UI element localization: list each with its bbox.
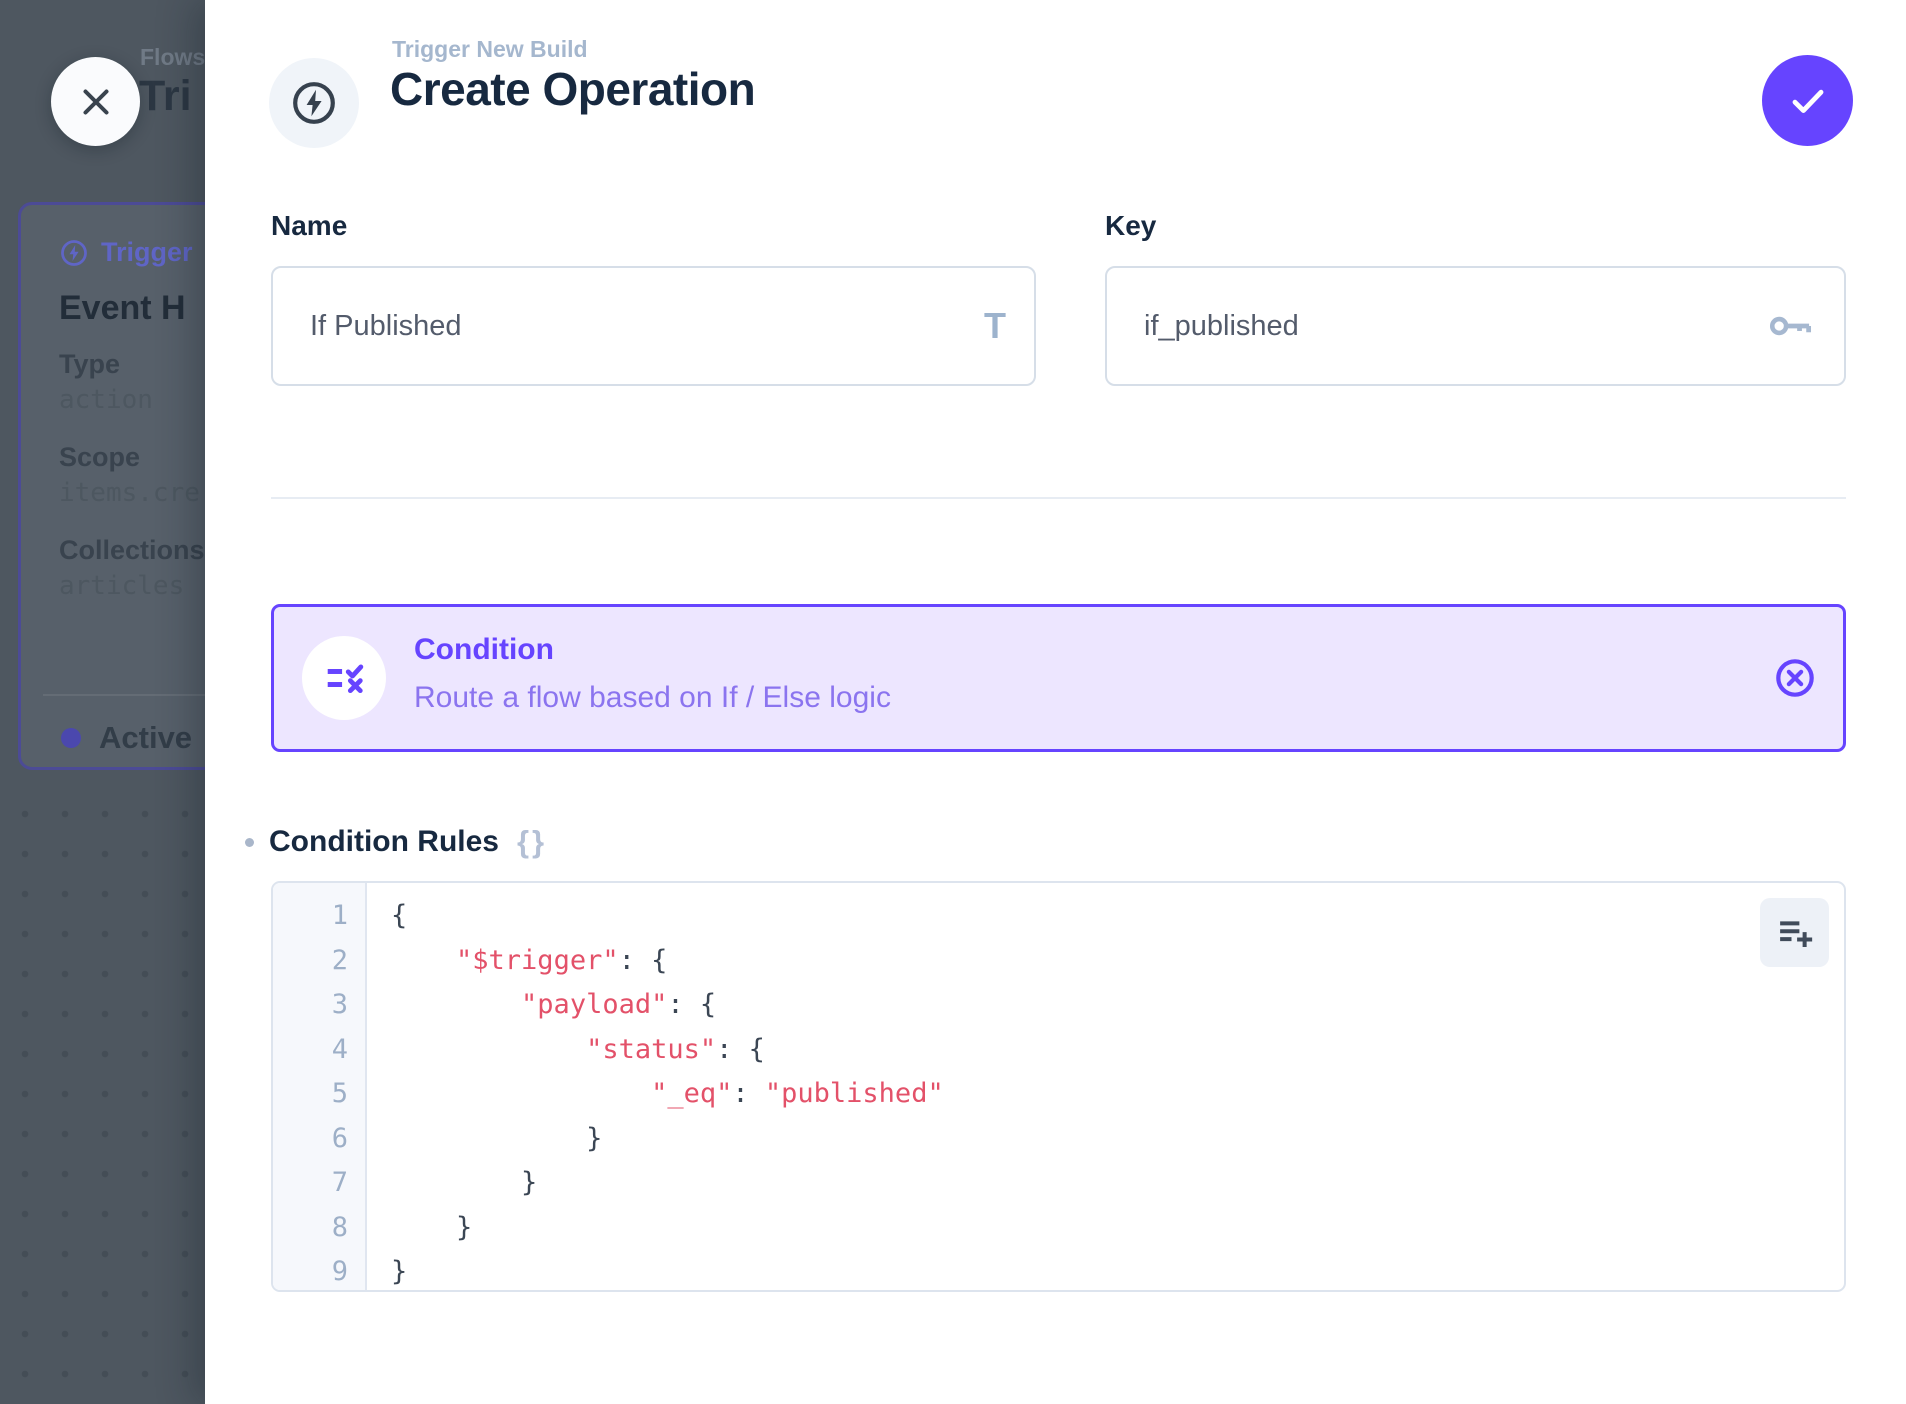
key-input[interactable]: if_published bbox=[1105, 266, 1846, 386]
panel-field: Collectionsarticles bbox=[59, 533, 205, 603]
name-value: If Published bbox=[310, 310, 462, 343]
trigger-panel-header-label: Trigger bbox=[101, 237, 193, 268]
line-number: 5 bbox=[273, 1072, 365, 1117]
code-punctuation-token bbox=[391, 1078, 651, 1109]
status-badge[interactable]: Active bbox=[61, 720, 205, 756]
panel-field: Scopeitems.cre bbox=[59, 440, 205, 510]
panel-field-label: Type bbox=[59, 347, 205, 381]
condition-title: Condition bbox=[414, 633, 554, 667]
screen: Flows Tri Trigger Event H Typeaction Scop… bbox=[0, 0, 1906, 1404]
condition-icon-circle bbox=[302, 636, 386, 720]
panel-field-value: items.cre bbox=[59, 477, 205, 510]
line-number: 3 bbox=[273, 983, 365, 1028]
code-punctuation-token: } bbox=[391, 1167, 537, 1198]
panel-field-label: Collections bbox=[59, 533, 205, 567]
close-icon bbox=[75, 81, 117, 123]
code-punctuation-token: : { bbox=[619, 945, 668, 976]
line-number: 9 bbox=[273, 1250, 365, 1292]
code-gutter: 123456789 bbox=[273, 883, 367, 1290]
condition-rules-label: Condition Rules bbox=[269, 825, 499, 859]
code-punctuation-token: { bbox=[391, 900, 407, 931]
panel-field-value: action bbox=[59, 384, 205, 417]
trigger-panel-card[interactable]: Trigger Event H Typeaction Scopeitems.cre… bbox=[18, 202, 205, 770]
playlist-add-icon bbox=[1774, 912, 1816, 954]
circle-dot-icon bbox=[61, 728, 81, 748]
panel-field-label: Scope bbox=[59, 440, 205, 474]
line-number: 4 bbox=[273, 1028, 365, 1073]
save-button[interactable] bbox=[1762, 55, 1853, 146]
bolt-circle-icon bbox=[59, 238, 89, 268]
code-line[interactable]: } bbox=[369, 1161, 1844, 1206]
code-punctuation-token bbox=[391, 945, 456, 976]
trigger-panel-header: Trigger bbox=[59, 237, 193, 268]
bolt-circle-icon bbox=[290, 79, 338, 127]
code-line[interactable]: { bbox=[369, 894, 1844, 939]
create-operation-drawer: Trigger New Build Create Operation Name … bbox=[205, 0, 1906, 1404]
close-button[interactable] bbox=[51, 57, 140, 146]
condition-rules-code-editor[interactable]: 123456789 { "$trigger": { "payload": { "… bbox=[271, 881, 1846, 1292]
code-punctuation-token: } bbox=[391, 1123, 602, 1154]
flows-page-backdrop: Flows Tri Trigger Event H Typeaction Scop… bbox=[0, 0, 205, 1404]
line-number: 6 bbox=[273, 1117, 365, 1162]
remove-condition-button[interactable] bbox=[1771, 654, 1819, 702]
code-punctuation-token bbox=[391, 1034, 586, 1065]
panel-fields: Typeaction Scopeitems.cre Collectionsartic… bbox=[59, 347, 205, 626]
curly-braces-icon: {} bbox=[517, 824, 547, 860]
panel-field: Typeaction bbox=[59, 347, 205, 417]
code-line[interactable]: } bbox=[369, 1206, 1844, 1251]
condition-rules-row: Condition Rules {} bbox=[245, 820, 547, 864]
workspace-dot-grid bbox=[0, 788, 205, 1404]
code-line[interactable]: "$trigger": { bbox=[369, 939, 1844, 984]
code-lines[interactable]: { "$trigger": { "payload": { "status": {… bbox=[369, 894, 1844, 1290]
check-icon bbox=[1785, 78, 1831, 124]
page-title: Tri bbox=[139, 72, 192, 121]
key-icon bbox=[1764, 300, 1816, 352]
drawer-title: Create Operation bbox=[390, 62, 755, 116]
name-input[interactable]: If Published T bbox=[271, 266, 1036, 386]
name-label: Name bbox=[271, 210, 1036, 246]
code-string-token: "$trigger" bbox=[456, 945, 619, 976]
breadcrumb: Flows bbox=[140, 44, 205, 71]
line-number: 1 bbox=[273, 894, 365, 939]
edited-dot-icon bbox=[245, 838, 254, 847]
title-icon: T bbox=[984, 305, 1006, 347]
code-punctuation-token: : bbox=[732, 1078, 765, 1109]
template-insert-button[interactable] bbox=[1760, 898, 1829, 967]
condition-subtitle: Route a flow based on If / Else logic bbox=[414, 681, 891, 715]
key-value: if_published bbox=[1144, 310, 1299, 343]
drawer-breadcrumb: Trigger New Build bbox=[392, 36, 588, 63]
code-punctuation-token: } bbox=[391, 1212, 472, 1243]
code-punctuation-token: : { bbox=[716, 1034, 765, 1065]
code-string-token: "status" bbox=[586, 1034, 716, 1065]
code-string-token: "_eq" bbox=[651, 1078, 732, 1109]
key-field-group: Key if_published bbox=[1105, 210, 1846, 386]
code-line[interactable]: "status": { bbox=[369, 1028, 1844, 1073]
code-string-token: "published" bbox=[765, 1078, 944, 1109]
code-punctuation-token: } bbox=[391, 1256, 407, 1287]
line-number: 8 bbox=[273, 1206, 365, 1251]
code-line[interactable]: "payload": { bbox=[369, 983, 1844, 1028]
rule-icon bbox=[321, 655, 367, 701]
line-number: 2 bbox=[273, 939, 365, 984]
code-line[interactable]: "_eq": "published" bbox=[369, 1072, 1844, 1117]
section-divider bbox=[271, 497, 1846, 499]
panel-divider bbox=[43, 694, 205, 696]
operation-header-icon-circle bbox=[269, 58, 359, 148]
cancel-circle-icon bbox=[1772, 655, 1818, 701]
status-label: Active bbox=[99, 720, 192, 756]
name-field-group: Name If Published T bbox=[271, 210, 1036, 386]
trigger-panel-title: Event H bbox=[59, 289, 186, 328]
code-punctuation-token bbox=[391, 989, 521, 1020]
condition-operation-card[interactable]: Condition Route a flow based on If / Els… bbox=[271, 604, 1846, 752]
code-line[interactable]: } bbox=[369, 1117, 1844, 1162]
key-label: Key bbox=[1105, 210, 1846, 246]
line-number: 7 bbox=[273, 1161, 365, 1206]
code-line[interactable]: } bbox=[369, 1250, 1844, 1292]
panel-field-value: articles bbox=[59, 570, 205, 603]
code-string-token: "payload" bbox=[521, 989, 667, 1020]
code-punctuation-token: : { bbox=[667, 989, 716, 1020]
